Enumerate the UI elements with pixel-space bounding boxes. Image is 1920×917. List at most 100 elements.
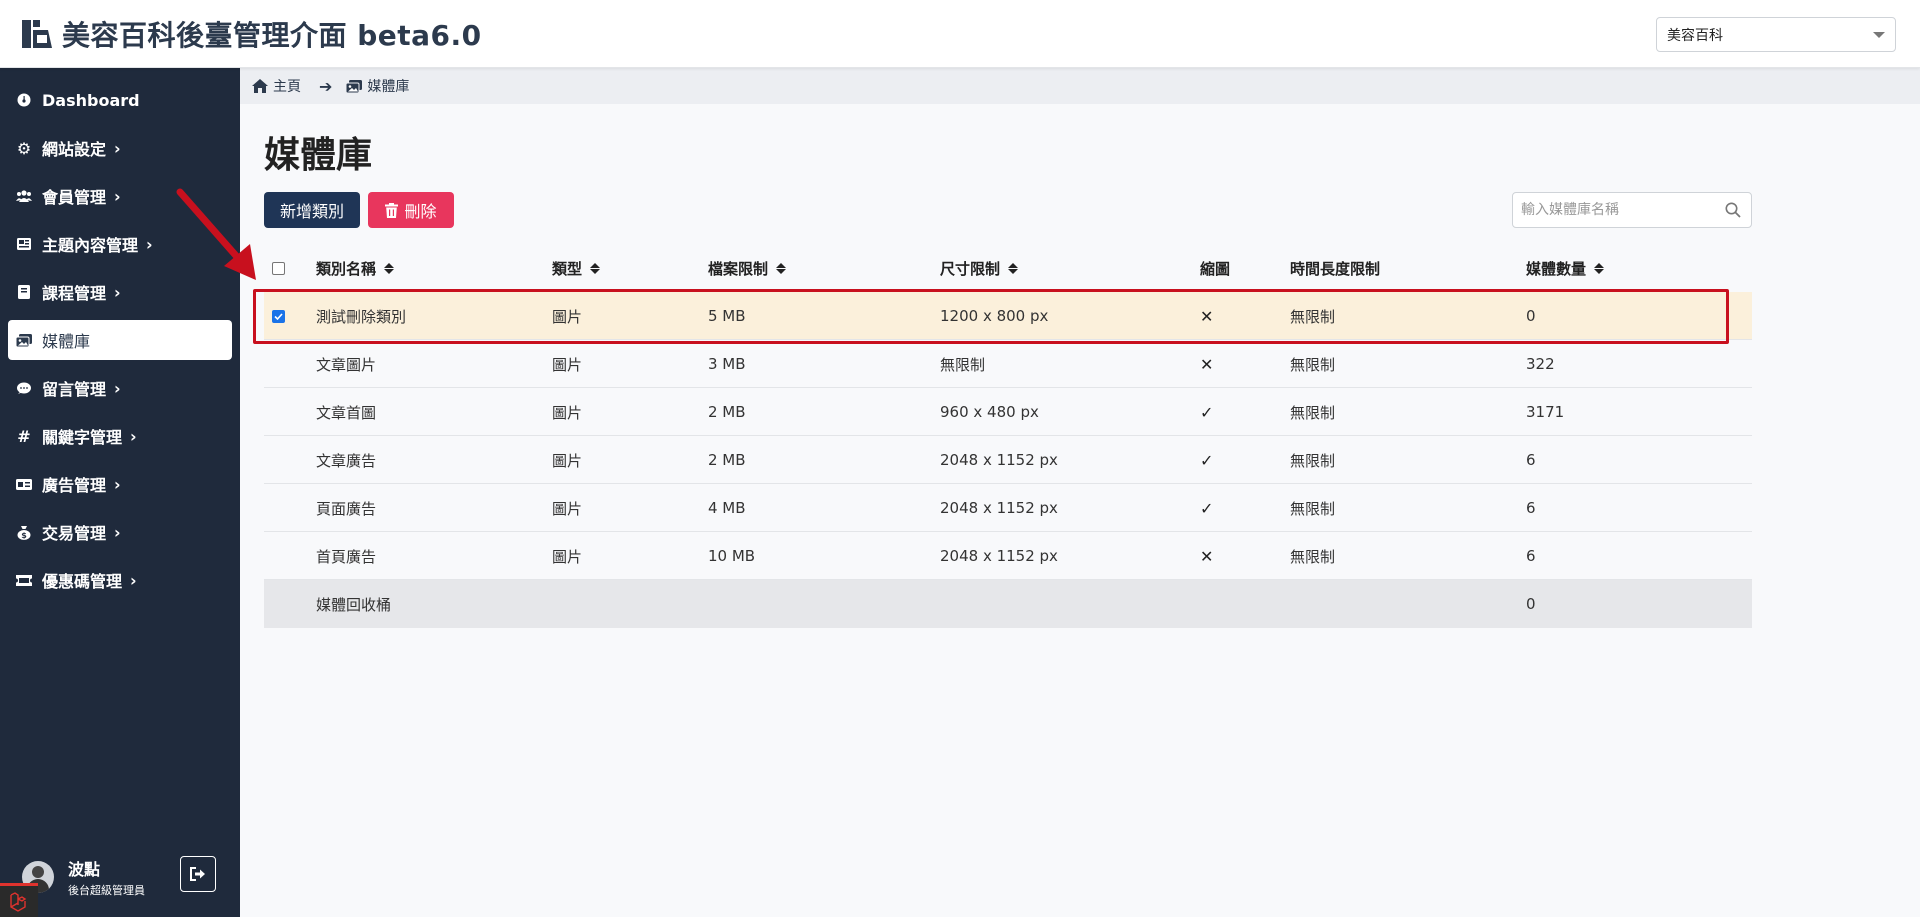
cell-size-limit: 2048 x 1152 px [940, 547, 1058, 565]
sidebar-item-label: 會員管理 [42, 188, 107, 207]
cell-name: 媒體回收桶 [316, 595, 392, 614]
header-thumbnail: 縮圖 [1200, 259, 1231, 278]
ad-icon [16, 476, 32, 492]
table-row-trash[interactable]: 媒體回收桶 0 [264, 580, 1752, 628]
search-input[interactable] [1513, 193, 1713, 227]
search-icon[interactable] [1725, 202, 1741, 218]
chevron-right-icon: › [146, 234, 153, 254]
cell-count: 6 [1526, 451, 1536, 469]
user-profile: 波點 後台超級管理員 [22, 856, 145, 898]
book-icon [16, 284, 32, 300]
sort-icon [1594, 262, 1605, 274]
cell-size-limit: 960 x 480 px [940, 403, 1039, 421]
select-all-checkbox[interactable] [272, 244, 285, 292]
dashboard-icon [16, 92, 32, 108]
sort-icon [1008, 262, 1019, 274]
header-name[interactable]: 類別名稱 [316, 244, 395, 292]
header-duration: 時間長度限制 [1290, 259, 1381, 278]
table-row[interactable]: 文章廣告 圖片 2 MB 2048 x 1152 px ✓ 無限制 6 [264, 436, 1752, 484]
sort-icon [590, 262, 601, 274]
chevron-right-icon: › [114, 474, 121, 494]
svg-text:$: $ [21, 531, 27, 540]
header-type-label: 類型 [552, 259, 583, 278]
sidebar-item-coupons[interactable]: 優惠碼管理 › [8, 560, 232, 600]
breadcrumb-home[interactable]: 主頁 [252, 76, 301, 96]
x-icon: ✕ [1200, 546, 1214, 566]
sidebar-item-comments[interactable]: 留言管理 › [8, 368, 232, 408]
sidebar-item-label: 廣告管理 [42, 476, 107, 495]
sidebar-item-ads[interactable]: 廣告管理 › [8, 464, 232, 504]
trash-icon [385, 202, 399, 218]
gear-icon: ⚙ [16, 138, 32, 158]
delete-button[interactable]: 刪除 [368, 192, 454, 228]
logout-button[interactable] [180, 856, 216, 892]
sidebar-item-transactions[interactable]: $ 交易管理 › [8, 512, 232, 552]
cell-count: 6 [1526, 499, 1536, 517]
images-icon [16, 332, 32, 348]
add-category-button[interactable]: 新增類別 [264, 192, 360, 228]
brand: 美容百科後臺管理介面 beta6.0 [22, 14, 482, 54]
user-info: 波點 後台超級管理員 [68, 856, 145, 898]
ticket-icon [16, 572, 32, 588]
breadcrumb: 主頁 ➔ 媒體庫 [240, 68, 1920, 104]
chevron-right-icon: › [114, 522, 121, 542]
cell-duration: 無限制 [1290, 451, 1336, 470]
sidebar-item-label: Dashboard [42, 90, 140, 110]
laravel-debugbar-icon[interactable] [0, 883, 38, 917]
user-role: 後台超級管理員 [68, 884, 145, 897]
sidebar-item-keywords[interactable]: # 關鍵字管理 › [8, 416, 232, 456]
arrow-right-icon: ➔ [319, 76, 333, 96]
header-count[interactable]: 媒體數量 [1526, 244, 1605, 292]
sidebar-item-media-library[interactable]: 媒體庫 [8, 320, 232, 360]
cell-type: 圖片 [552, 499, 583, 518]
users-icon [16, 188, 32, 204]
cell-count: 3171 [1526, 403, 1565, 421]
logo-icon [22, 20, 52, 48]
table-row[interactable]: 文章圖片 圖片 3 MB 無限制 ✕ 無限制 322 [264, 340, 1752, 388]
app-title: 美容百科後臺管理介面 beta6.0 [62, 19, 482, 52]
cell-name: 頁面廣告 [316, 499, 377, 518]
breadcrumb-home-label: 主頁 [273, 79, 301, 95]
chevron-right-icon: › [130, 570, 137, 590]
cell-count: 322 [1526, 355, 1555, 373]
images-icon [346, 79, 363, 93]
x-icon: ✕ [1200, 354, 1214, 374]
check-icon: ✓ [1200, 450, 1214, 470]
table-row[interactable]: 首頁廣告 圖片 10 MB 2048 x 1152 px ✕ 無限制 6 [264, 532, 1752, 580]
breadcrumb-current-label: 媒體庫 [367, 79, 410, 95]
header-file-limit[interactable]: 檔案限制 [708, 244, 787, 292]
sidebar-item-label: 主題內容管理 [42, 236, 139, 255]
chevron-right-icon: › [114, 186, 121, 206]
cell-name: 文章首圖 [316, 403, 377, 422]
sidebar-item-dashboard[interactable]: Dashboard [8, 80, 232, 120]
annotation-highlight-box [253, 289, 1729, 344]
sidebar-item-label: 留言管理 [42, 380, 107, 399]
sidebar-item-site-settings[interactable]: ⚙ 網站設定 › [8, 128, 232, 168]
cell-duration: 無限制 [1290, 403, 1336, 422]
sidebar-item-label: 交易管理 [42, 524, 107, 543]
table-row[interactable]: 頁面廣告 圖片 4 MB 2048 x 1152 px ✓ 無限制 6 [264, 484, 1752, 532]
cell-duration: 無限制 [1290, 499, 1336, 518]
header-size-limit[interactable]: 尺寸限制 [940, 244, 1019, 292]
page-title: 媒體庫 [264, 135, 373, 176]
site-select-value: 美容百科 [1667, 27, 1723, 44]
cell-file-limit: 3 MB [708, 355, 746, 373]
cell-type: 圖片 [552, 355, 583, 374]
logout-icon [190, 867, 205, 881]
cell-size-limit: 無限制 [940, 355, 986, 374]
cell-name: 文章廣告 [316, 451, 377, 470]
delete-button-label: 刪除 [404, 204, 437, 221]
sidebar-item-label: 網站設定 [42, 140, 107, 159]
cell-name: 首頁廣告 [316, 547, 377, 566]
cell-type: 圖片 [552, 451, 583, 470]
cell-duration: 無限制 [1290, 547, 1336, 566]
header-type[interactable]: 類型 [552, 244, 601, 292]
site-select[interactable]: 美容百科 [1656, 17, 1896, 52]
cell-size-limit: 2048 x 1152 px [940, 451, 1058, 469]
cell-file-limit: 4 MB [708, 499, 746, 517]
cell-count: 0 [1526, 595, 1536, 613]
cell-file-limit: 2 MB [708, 403, 746, 421]
table-row[interactable]: 文章首圖 圖片 2 MB 960 x 480 px ✓ 無限制 3171 [264, 388, 1752, 436]
cell-name: 文章圖片 [316, 355, 377, 374]
top-bar: 美容百科後臺管理介面 beta6.0 美容百科 [0, 0, 1920, 68]
